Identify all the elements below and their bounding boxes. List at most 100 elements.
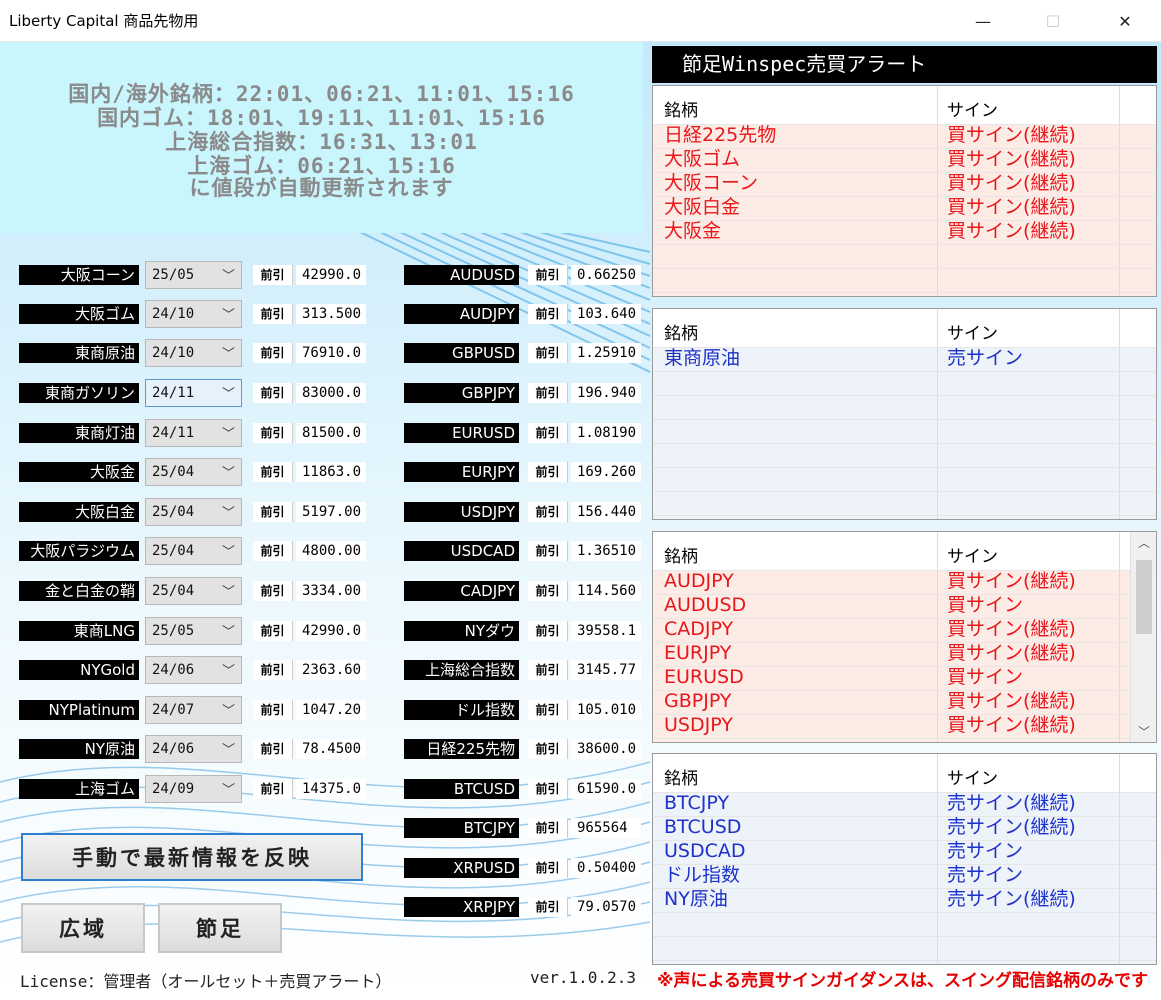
price-value: 3145.77: [571, 660, 641, 680]
manual-refresh-button[interactable]: 手動で最新情報を反映: [21, 833, 363, 881]
prev-label: 前引: [528, 343, 568, 363]
overseas-row: BTCUSD 前引 61590.0: [0, 775, 643, 803]
alert-table-overseas-buy[interactable]: 銘柄 サイン AUDJPY 買サイン(継続) AUDUSD 買サイン CADJP…: [652, 531, 1157, 743]
alert-sign: 売サイン: [947, 347, 1024, 369]
alert-symbol: 大阪コーン: [664, 172, 759, 194]
price-value: 1.36510: [571, 541, 641, 561]
price-value: 61590.0: [571, 779, 641, 799]
table-header: 銘柄 サイン: [653, 754, 1156, 792]
alert-table-domestic-sell[interactable]: 銘柄 サイン 東商原油 売サイン: [652, 308, 1157, 520]
license-text: License：管理者（オールセット＋売買アラート）: [20, 972, 392, 991]
scroll-down-arrow-icon[interactable]: ﹀: [1131, 723, 1156, 740]
alert-sign: 売サイン(継続): [947, 888, 1076, 910]
maximize-button[interactable]: ☐: [1030, 0, 1076, 42]
prev-label: 前引: [528, 541, 568, 561]
alert-symbol: BTCJPY: [664, 792, 730, 814]
price-value: 156.440: [571, 502, 641, 522]
prev-label: 前引: [528, 739, 568, 759]
wide-area-button[interactable]: 広域: [21, 903, 145, 953]
symbol-name: AUDJPY: [404, 304, 519, 324]
voice-guidance-warning: ※声による売買サインガイダンスは、スイング配信銘柄のみです: [657, 971, 1148, 991]
alert-symbol: CADJPY: [664, 618, 734, 640]
symbol-name: AUDUSD: [404, 265, 519, 285]
prev-label: 前引: [528, 897, 568, 917]
alert-sign: 買サイン: [947, 594, 1024, 616]
price-value: 0.50400: [571, 858, 641, 878]
alert-sign: 売サイン(継続): [947, 792, 1076, 814]
close-button[interactable]: ✕: [1102, 0, 1148, 42]
symbol-name: XRPUSD: [404, 858, 519, 878]
version-text: ver.1.0.2.3: [530, 968, 636, 987]
price-value: 965564: [571, 818, 641, 838]
column-header-name: 銘柄: [664, 324, 698, 344]
symbol-name: XRPJPY: [404, 897, 519, 917]
alert-symbol: AUDJPY: [664, 570, 734, 592]
alert-sign: 買サイン(継続): [947, 570, 1076, 592]
symbol-name: 日経225先物: [404, 739, 519, 759]
column-header-name: 銘柄: [664, 101, 698, 121]
window-title: Liberty Capital 商品先物用: [9, 12, 199, 30]
alert-symbol: 大阪ゴム: [664, 148, 741, 170]
prev-label: 前引: [528, 818, 568, 838]
prev-label: 前引: [528, 660, 568, 680]
minimize-button[interactable]: —: [960, 0, 1006, 42]
alert-table-domestic-buy[interactable]: 銘柄 サイン 日経225先物 買サイン(継続) 大阪ゴム 買サイン(継続) 大阪…: [652, 85, 1157, 297]
scroll-up-arrow-icon[interactable]: ︿: [1131, 534, 1156, 551]
symbol-name: USDCAD: [404, 541, 519, 561]
symbol-name: CADJPY: [404, 581, 519, 601]
alert-symbol: USDJPY: [664, 714, 733, 736]
alert-sign: 買サイン(継続): [947, 124, 1076, 146]
alert-symbol: USDCAD: [664, 840, 746, 862]
prev-label: 前引: [528, 304, 568, 324]
table-header: 銘柄 サイン: [653, 532, 1156, 570]
prev-label: 前引: [528, 423, 568, 443]
symbol-name: ドル指数: [404, 700, 519, 720]
alert-sign: 売サイン: [947, 840, 1024, 862]
symbol-name: NYダウ: [404, 621, 519, 641]
prev-label: 前引: [528, 462, 568, 482]
column-header-sign: サイン: [947, 324, 998, 344]
alert-sign: 買サイン(継続): [947, 148, 1076, 170]
symbol-name: EURJPY: [404, 462, 519, 482]
schedule-line: に値段が自動更新されます: [189, 176, 454, 200]
alert-panel-title: 節足Winspec売買アラート: [652, 46, 1157, 83]
update-schedule-notice: 国内/海外銘柄：22:01、06:21、11:01、15:16 国内ゴム：18:…: [0, 42, 643, 233]
setsu-button[interactable]: 節足: [158, 903, 282, 953]
main-area: 国内/海外銘柄：22:01、06:21、11:01、15:16 国内ゴム：18:…: [0, 42, 1161, 1000]
title-bar: Liberty Capital 商品先物用 — ☐ ✕: [0, 0, 1161, 42]
price-value: 103.640: [571, 304, 641, 324]
alert-sign: 買サイン(継続): [947, 196, 1076, 218]
column-header-sign: サイン: [947, 101, 998, 121]
alert-symbol: ドル指数: [664, 864, 741, 886]
prev-label: 前引: [528, 265, 568, 285]
column-header-sign: サイン: [947, 769, 998, 789]
symbol-name: GBPJPY: [404, 383, 519, 403]
symbol-name: BTCUSD: [404, 779, 519, 799]
alert-symbol: EURUSD: [664, 666, 744, 688]
price-value: 0.66250: [571, 265, 641, 285]
table-header: 銘柄 サイン: [653, 86, 1156, 124]
symbol-name: USDJPY: [404, 502, 519, 522]
alert-table-overseas-sell[interactable]: 銘柄 サイン BTCJPY 売サイン(継続) BTCUSD 売サイン(継続) U…: [652, 753, 1157, 965]
symbol-name: BTCJPY: [404, 818, 519, 838]
overseas-row: AUDJPY 前引 103.640: [0, 300, 643, 328]
price-value: 79.0570: [571, 897, 641, 917]
overseas-row: GBPUSD 前引 1.25910: [0, 339, 643, 367]
alert-symbol: 大阪金: [664, 220, 722, 242]
alert-symbol: GBPJPY: [664, 690, 732, 712]
alert-symbol: EURJPY: [664, 642, 732, 664]
prev-label: 前引: [528, 383, 568, 403]
symbol-name: GBPUSD: [404, 343, 519, 363]
overseas-row: 上海総合指数 前引 3145.77: [0, 656, 643, 684]
prev-label: 前引: [528, 700, 568, 720]
alert-symbol: AUDUSD: [664, 594, 747, 616]
alert-sign: 売サイン: [947, 864, 1024, 886]
column-header-name: 銘柄: [664, 547, 698, 567]
scrollbar-thumb[interactable]: [1136, 560, 1152, 634]
prev-label: 前引: [528, 502, 568, 522]
overseas-row: GBPJPY 前引 196.940: [0, 379, 643, 407]
vertical-scrollbar[interactable]: ︿ ﹀: [1130, 532, 1156, 742]
overseas-row: EURJPY 前引 169.260: [0, 458, 643, 486]
alert-symbol: 日経225先物: [664, 124, 777, 146]
table-header: 銘柄 サイン: [653, 309, 1156, 347]
